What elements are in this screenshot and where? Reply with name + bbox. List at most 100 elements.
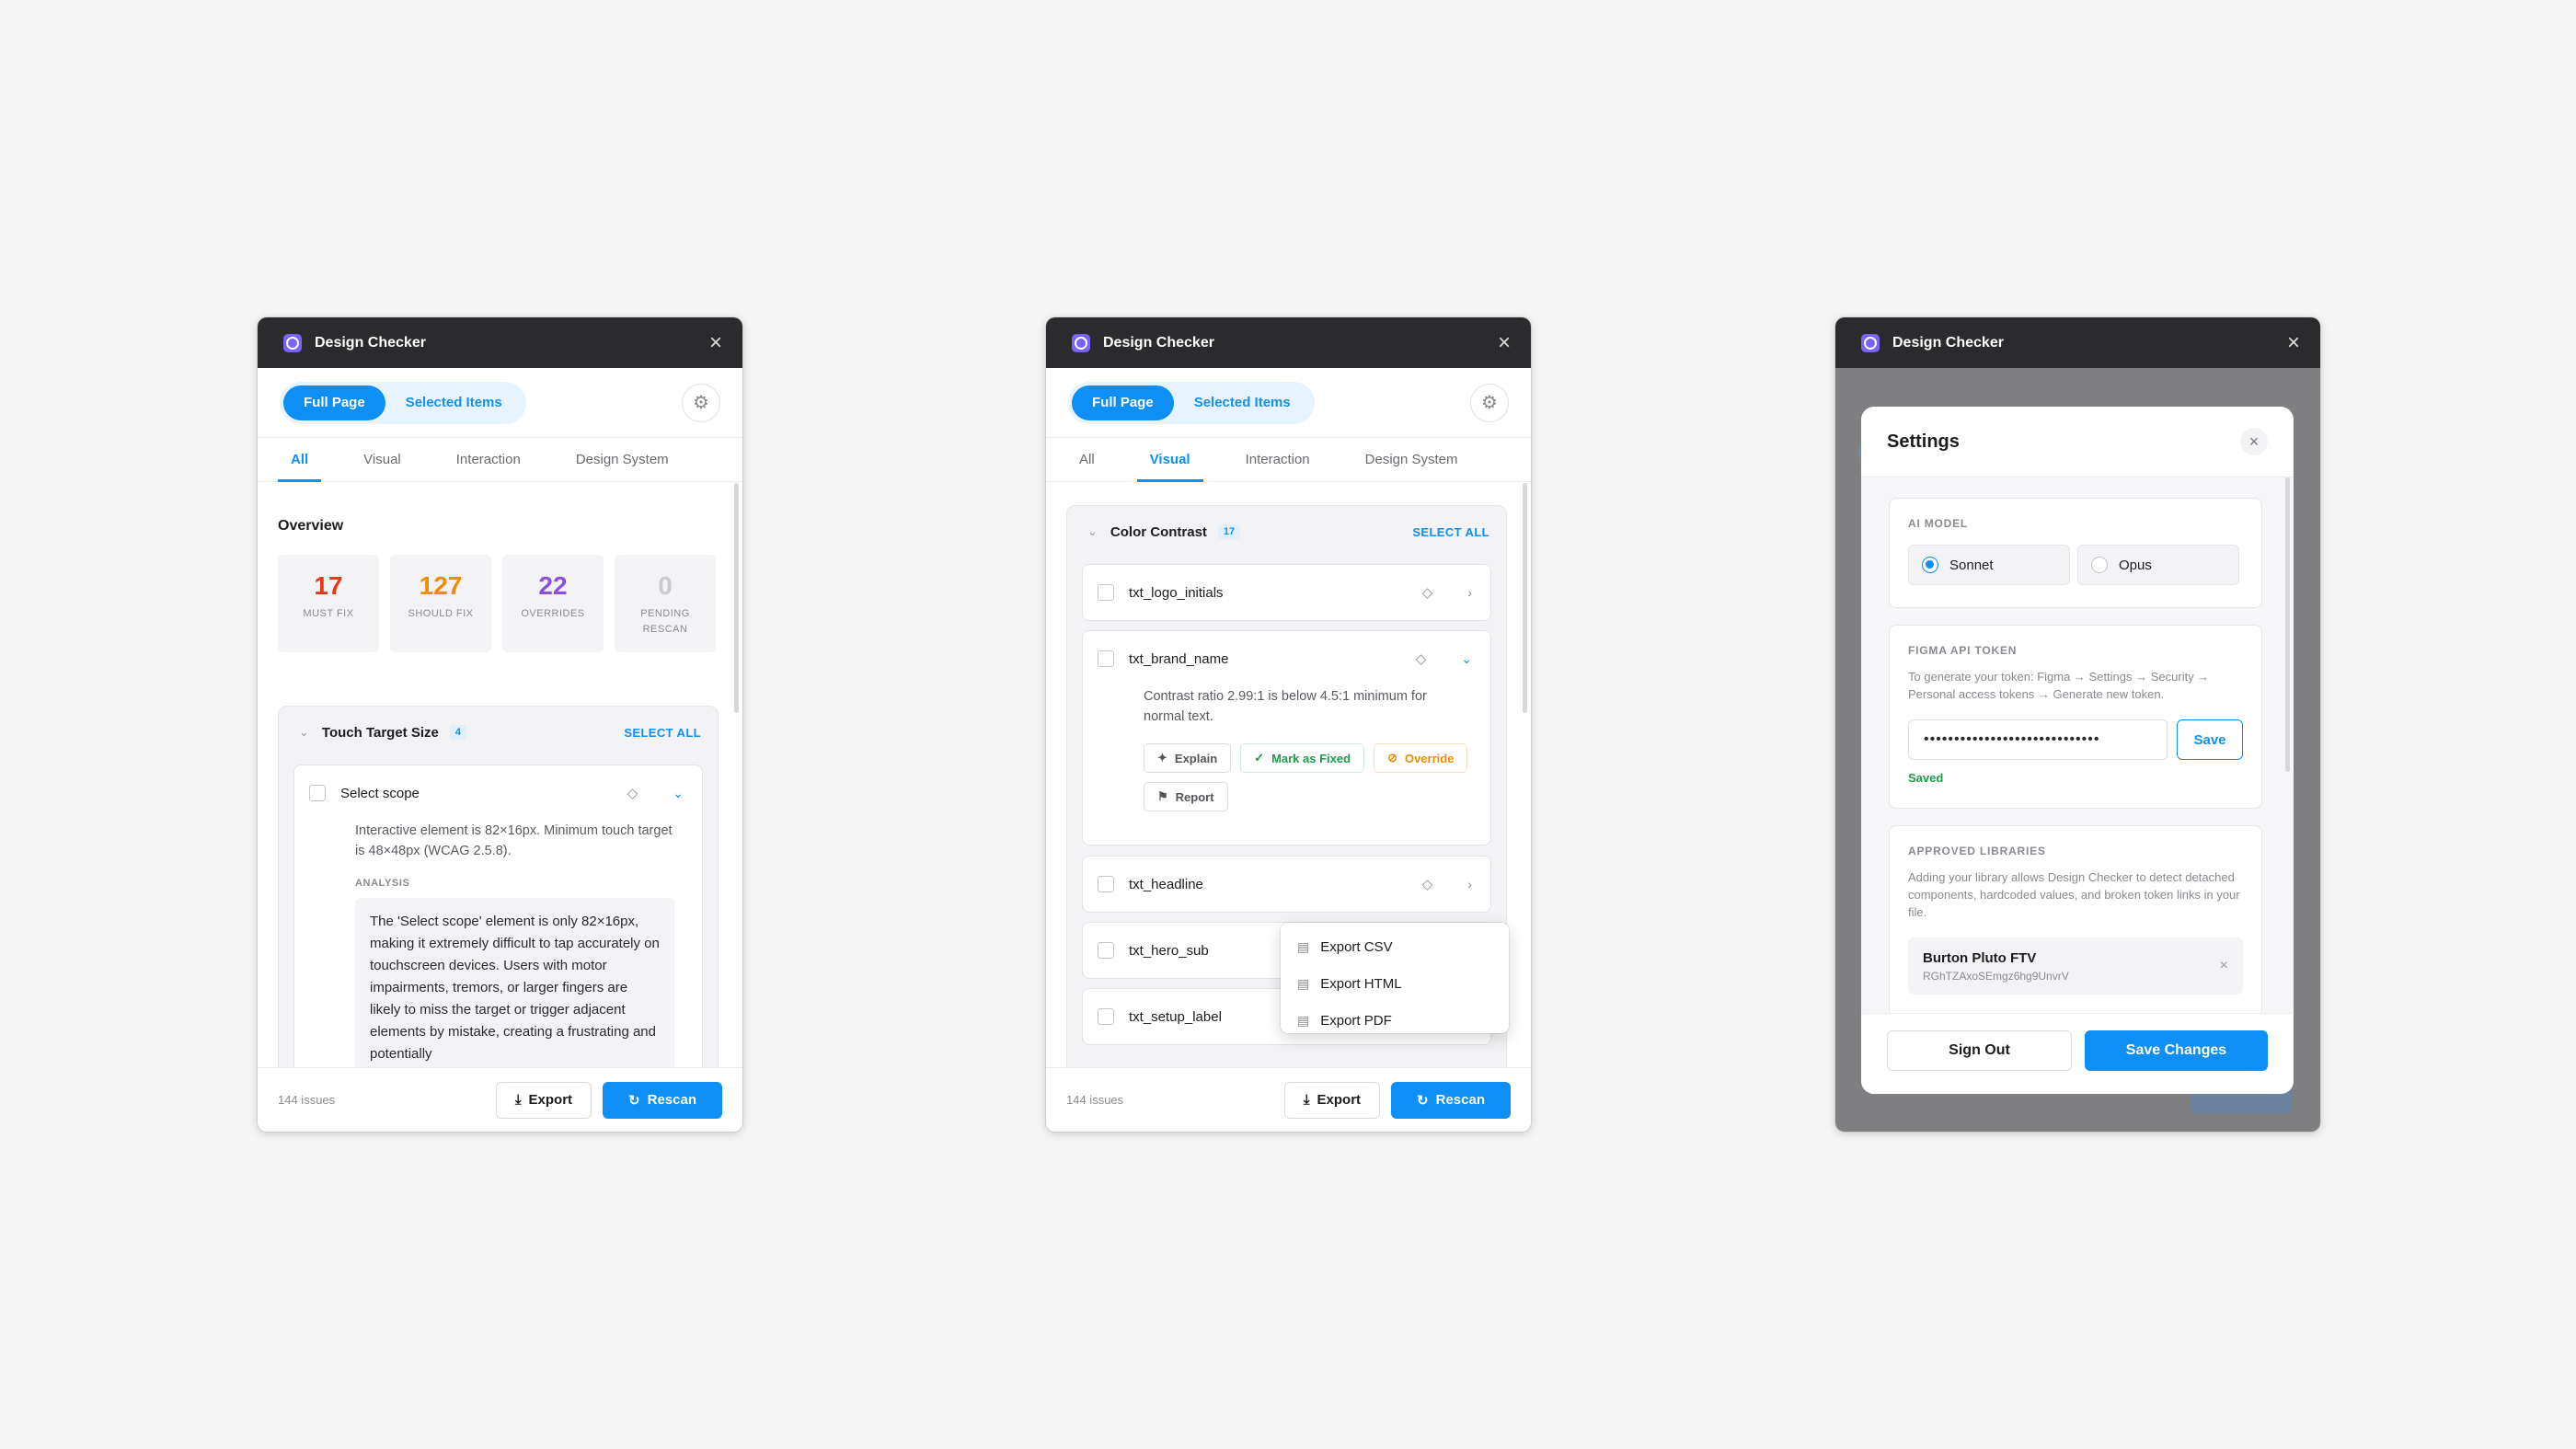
issue-count: 144 issues xyxy=(278,1093,336,1107)
export-button[interactable]: ⤓ Export xyxy=(495,1081,592,1119)
stat-value: 17 xyxy=(314,571,343,600)
full-page-button[interactable]: Full Page xyxy=(1072,385,1174,420)
select-all-link[interactable]: SELECT ALL xyxy=(1412,525,1489,539)
chevron-down-icon[interactable]: ⌄ xyxy=(1461,651,1472,667)
diamond-icon[interactable]: ◇ xyxy=(1422,876,1433,892)
stat-value: 22 xyxy=(538,571,568,600)
issue-item[interactable]: txt_logo_initials ◇ › xyxy=(1082,564,1491,621)
close-icon[interactable]: × xyxy=(2240,428,2268,455)
rescan-button[interactable]: ↻ Rescan xyxy=(1391,1081,1511,1119)
canvas-background: Design Checker × Full Page Selected Item… xyxy=(0,0,2576,1449)
rescan-button[interactable]: ↻ Rescan xyxy=(603,1081,722,1119)
category-tabs: All Visual Interaction Design System xyxy=(1046,438,1531,482)
overview-stats: 17 MUST FIX 127 SHOULD FIX 22 OVERRIDES … xyxy=(278,555,716,652)
footer-bar: 144 issues ⤓ Export ↻ Rescan xyxy=(1046,1067,1531,1132)
explain-button[interactable]: ✦ Explain xyxy=(1144,743,1232,773)
override-button[interactable]: ⊘ Override xyxy=(1374,743,1468,773)
issue-item[interactable]: txt_headline ◇ › xyxy=(1082,856,1491,913)
modal-footer: Sign Out Save Changes xyxy=(1861,1013,2294,1094)
item-checkbox[interactable] xyxy=(1098,650,1114,667)
tab-interaction[interactable]: Interaction xyxy=(443,438,534,481)
tab-design-system[interactable]: Design System xyxy=(1352,438,1471,481)
chevron-down-icon[interactable]: ⌄ xyxy=(673,786,684,801)
stat-card-overrides[interactable]: 22 OVERRIDES xyxy=(502,555,604,652)
download-icon: ⤓ xyxy=(1303,1092,1310,1108)
section-label: APPROVED LIBRARIES xyxy=(1908,845,2046,857)
chevron-down-icon[interactable]: ⌄ xyxy=(1087,524,1098,539)
radio-icon xyxy=(2091,557,2108,573)
diamond-icon[interactable]: ◇ xyxy=(627,785,638,801)
tab-all[interactable]: All xyxy=(1066,438,1108,481)
sparkle-icon: ✦ xyxy=(1157,751,1167,765)
issue-group-touch-target: ⌄ Touch Target Size 4 SELECT ALL Select … xyxy=(278,706,719,1067)
item-checkbox[interactable] xyxy=(1098,584,1114,601)
sign-out-button[interactable]: Sign Out xyxy=(1887,1030,2072,1071)
results-scroll-area[interactable]: Overview 17 MUST FIX 127 SHOULD FIX 22 O… xyxy=(258,483,742,1067)
section-label: AI MODEL xyxy=(1908,517,1969,530)
item-description: Interactive element is 82×16px. Minimum … xyxy=(355,823,673,858)
scrollbar[interactable] xyxy=(2285,477,2290,772)
plugin-window-visual: Design Checker × Full Page Selected Item… xyxy=(1046,317,1531,1132)
analysis-text: The 'Select scope' element is only 82×16… xyxy=(355,898,674,1067)
group-count-badge: 4 xyxy=(449,725,466,740)
report-button[interactable]: ⚑ Report xyxy=(1144,782,1228,811)
tab-visual[interactable]: Visual xyxy=(1136,438,1203,482)
stat-card-must-fix[interactable]: 17 MUST FIX xyxy=(278,555,379,652)
group-header[interactable]: ⌄ Color Contrast 17 SELECT ALL xyxy=(1067,506,1506,558)
selected-items-button[interactable]: Selected Items xyxy=(1174,385,1311,420)
gear-icon[interactable]: ⚙ xyxy=(1470,383,1509,422)
item-checkbox[interactable] xyxy=(1098,942,1114,959)
export-csv-option[interactable]: ▤ Export CSV xyxy=(1281,928,1509,965)
scrollbar[interactable] xyxy=(734,483,739,713)
scrollbar[interactable] xyxy=(1523,483,1527,713)
export-button[interactable]: ⤓ Export xyxy=(1283,1081,1381,1119)
api-token-input[interactable]: ••••••••••••••••••••••••••••• xyxy=(1908,719,2168,760)
save-changes-button[interactable]: Save Changes xyxy=(2085,1030,2268,1071)
stat-card-pending-rescan[interactable]: 0 PENDING RESCAN xyxy=(615,555,716,652)
refresh-icon: ↻ xyxy=(628,1092,640,1109)
stat-label: MUST FIX xyxy=(303,608,354,619)
full-page-button[interactable]: Full Page xyxy=(283,385,385,420)
tab-visual[interactable]: Visual xyxy=(351,438,414,481)
model-option-sonnet[interactable]: Sonnet xyxy=(1908,545,2070,585)
diamond-icon[interactable]: ◇ xyxy=(1416,650,1427,667)
item-checkbox[interactable] xyxy=(1098,1008,1114,1025)
save-token-button[interactable]: Save xyxy=(2177,719,2243,760)
chevron-right-icon[interactable]: › xyxy=(1467,585,1472,600)
export-html-option[interactable]: ▤ Export HTML xyxy=(1281,965,1509,1002)
modal-body[interactable]: AI MODEL Sonnet Opus FIGMA API TOKEN To … xyxy=(1861,477,2294,1013)
item-name: txt_headline xyxy=(1129,876,1203,892)
close-icon[interactable]: × xyxy=(709,331,722,354)
save-status: Saved xyxy=(1908,771,1944,785)
item-checkbox[interactable] xyxy=(309,785,326,801)
issue-item-header[interactable]: Select scope ◇ ⌄ xyxy=(294,765,702,821)
chevron-down-icon[interactable]: ⌄ xyxy=(299,725,309,740)
tab-interaction[interactable]: Interaction xyxy=(1233,438,1323,481)
export-label: Export xyxy=(528,1092,573,1108)
selected-items-button[interactable]: Selected Items xyxy=(385,385,523,420)
item-checkbox[interactable] xyxy=(1098,876,1114,892)
design-checker-logo-icon xyxy=(1861,333,1880,352)
close-icon[interactable]: × xyxy=(1498,331,1511,354)
issue-item-header[interactable]: txt_brand_name ◇ ⌄ xyxy=(1083,631,1490,686)
close-icon[interactable]: × xyxy=(2287,331,2300,354)
mark-fixed-button[interactable]: ✓ Mark as Fixed xyxy=(1240,743,1365,773)
remove-library-icon[interactable]: × xyxy=(2220,958,2228,974)
group-header[interactable]: ⌄ Touch Target Size 4 SELECT ALL xyxy=(279,707,718,758)
tab-design-system[interactable]: Design System xyxy=(563,438,682,481)
results-scroll-area[interactable]: ⌄ Color Contrast 17 SELECT ALL txt_logo_… xyxy=(1046,483,1531,1067)
export-pdf-option[interactable]: ▤ Export PDF xyxy=(1281,1002,1509,1039)
file-icon: ▤ xyxy=(1297,1012,1310,1028)
diamond-icon[interactable]: ◇ xyxy=(1422,584,1433,601)
check-circle-icon: ✓ xyxy=(1254,751,1265,765)
select-all-link[interactable]: SELECT ALL xyxy=(624,726,701,740)
download-icon: ⤓ xyxy=(514,1092,522,1108)
gear-icon[interactable]: ⚙ xyxy=(682,383,720,422)
library-item: Burton Pluto FTV RGhTZAxoSEmgz6hg9UnvrV … xyxy=(1908,937,2243,995)
stat-card-should-fix[interactable]: 127 SHOULD FIX xyxy=(390,555,491,652)
modal-title: Settings xyxy=(1887,431,1960,452)
chevron-right-icon[interactable]: › xyxy=(1467,877,1472,891)
item-actions: ✦ Explain ✓ Mark as Fixed ⊘ Override ⚑ Repor… xyxy=(1083,727,1469,811)
tab-all[interactable]: All xyxy=(278,438,322,482)
model-option-opus[interactable]: Opus xyxy=(2077,545,2239,585)
